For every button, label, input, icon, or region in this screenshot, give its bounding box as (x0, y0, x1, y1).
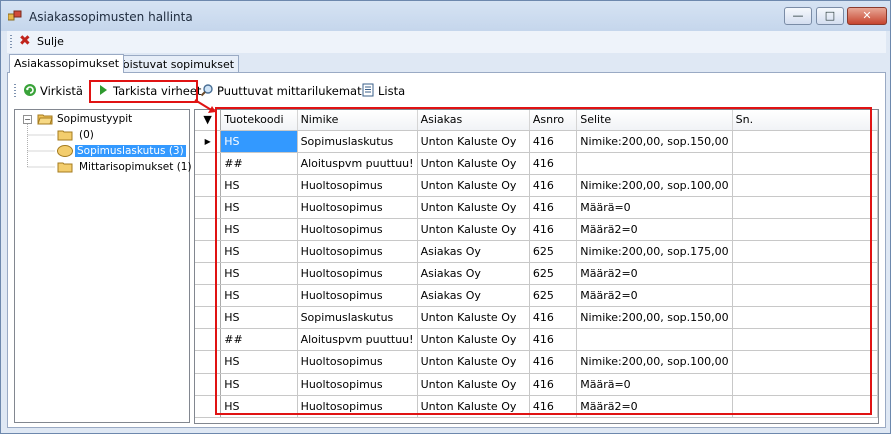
tree-lines (27, 124, 56, 168)
collapse-icon[interactable]: − (23, 115, 32, 124)
list-label: Lista (378, 84, 406, 98)
minimize-icon: — (792, 9, 804, 22)
window-title: Asiakassopimusten hallinta (29, 10, 193, 24)
magnifier-icon (200, 84, 213, 97)
menu-bar: ✖ Sulje (7, 31, 886, 53)
app-window: Asiakassopimusten hallinta — □ ✕ ✖ Sulje… (0, 0, 891, 434)
tab-toistuvat-sopimukset[interactable]: Toistuvat sopimukset (113, 55, 240, 72)
refresh-icon (24, 84, 36, 96)
highlight-box-check-errors (89, 80, 198, 103)
toolbar-grip (14, 84, 16, 98)
app-icon (8, 10, 22, 21)
minimize-button[interactable]: — (784, 7, 812, 25)
refresh-label: Virkistä (40, 84, 83, 98)
maximize-icon: □ (824, 9, 836, 22)
missing-readings-label: Puuttuvat mittarilukemat (217, 84, 362, 98)
close-window-button[interactable]: ✕ (847, 7, 887, 25)
tab-strip: Asiakassopimukset Toistuvat sopimukset (7, 54, 886, 73)
red-x-icon: ✖ (19, 33, 31, 49)
menu-grip (10, 35, 12, 49)
list-icon (362, 83, 374, 97)
highlight-box-grid (215, 107, 872, 415)
close-icon: ✕ (862, 9, 872, 22)
maximize-button[interactable]: □ (816, 7, 844, 25)
tab-asiakassopimukset[interactable]: Asiakassopimukset (9, 54, 125, 73)
tree-node-label: (0) (79, 129, 94, 141)
tree-node-label: Sopimuslaskutus (3) (75, 145, 186, 157)
contract-type-tree[interactable]: − Sopimustyypit (0) Sopimuslaskutus (3) (14, 109, 192, 423)
tree-node-label: Mittarisopimukset (1) (79, 161, 192, 173)
close-menu-label: Sulje (37, 35, 64, 48)
title-bar[interactable]: Asiakassopimusten hallinta — □ ✕ (1, 1, 890, 31)
